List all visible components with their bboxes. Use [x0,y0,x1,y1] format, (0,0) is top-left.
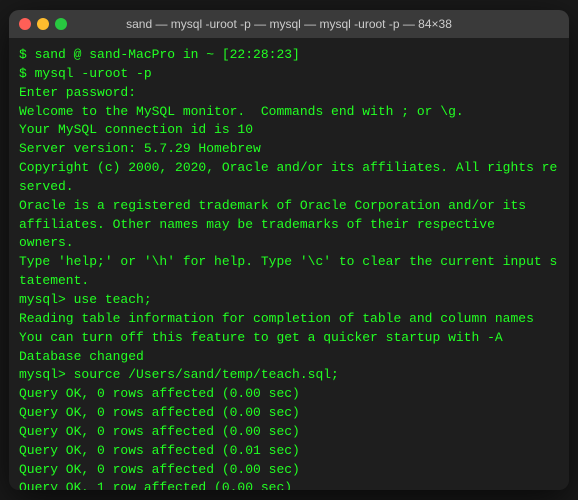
terminal-line: Your MySQL connection id is 10 [19,121,559,140]
terminal-body[interactable]: $ sand @ sand-MacPro in ~ [22:28:23]$ my… [9,38,569,490]
terminal-line: Query OK, 0 rows affected (0.01 sec) [19,442,559,461]
terminal-line: affiliates. Other names may be trademark… [19,216,559,235]
terminal-line: $ mysql -uroot -p [19,65,559,84]
terminal-line: Database changed [19,348,559,367]
close-button[interactable] [19,18,31,30]
terminal-line: Reading table information for completion… [19,310,559,329]
minimize-button[interactable] [37,18,49,30]
terminal-line: mysql> source /Users/sand/temp/teach.sql… [19,366,559,385]
maximize-button[interactable] [55,18,67,30]
terminal-window: sand — mysql -uroot -p — mysql — mysql -… [9,10,569,490]
traffic-lights [19,18,67,30]
terminal-line: $ sand @ sand-MacPro in ~ [22:28:23] [19,46,559,65]
title-bar: sand — mysql -uroot -p — mysql — mysql -… [9,10,569,38]
window-title: sand — mysql -uroot -p — mysql — mysql -… [126,17,452,31]
terminal-line: Query OK, 1 row affected (0.00 sec) [19,479,559,490]
terminal-line: Query OK, 0 rows affected (0.00 sec) [19,404,559,423]
terminal-line: Query OK, 0 rows affected (0.00 sec) [19,385,559,404]
terminal-line: Query OK, 0 rows affected (0.00 sec) [19,461,559,480]
terminal-line: You can turn off this feature to get a q… [19,329,559,348]
terminal-line: Copyright (c) 2000, 2020, Oracle and/or … [19,159,559,197]
terminal-line: Server version: 5.7.29 Homebrew [19,140,559,159]
terminal-line: owners. [19,234,559,253]
terminal-line: Oracle is a registered trademark of Orac… [19,197,559,216]
terminal-line: Welcome to the MySQL monitor. Commands e… [19,103,559,122]
terminal-line: mysql> use teach; [19,291,559,310]
terminal-line: Query OK, 0 rows affected (0.00 sec) [19,423,559,442]
terminal-line: Type 'help;' or '\h' for help. Type '\c'… [19,253,559,291]
terminal-line: Enter password: [19,84,559,103]
